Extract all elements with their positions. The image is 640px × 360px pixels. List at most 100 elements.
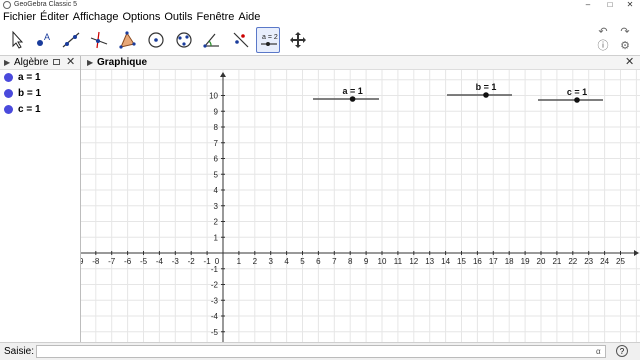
menu-fenetre[interactable]: Fenêtre xyxy=(196,10,234,25)
redo-icon[interactable]: ↷ xyxy=(618,26,632,38)
x-tick-label: 23 xyxy=(584,257,593,266)
cursor-arrow-icon xyxy=(12,30,24,49)
menu-fichier[interactable]: Fichier xyxy=(3,10,36,25)
angle-tool[interactable] xyxy=(200,27,224,53)
y-tick-label: 7 xyxy=(214,139,219,148)
slider-knob[interactable] xyxy=(483,92,489,98)
x-tick-label: 8 xyxy=(348,257,353,266)
algebra-view-title: Algèbre xyxy=(14,57,49,68)
slider-icon: a = 2 xyxy=(261,34,278,46)
slider-label: a = 1 xyxy=(342,86,362,96)
y-tick-label: 2 xyxy=(214,218,219,227)
graphics-svg[interactable]: -9-8-7-6-5-4-3-2-10123456789101112131415… xyxy=(76,70,640,342)
y-tick-label: 3 xyxy=(214,202,219,211)
algebra-item-b[interactable]: b = 1 xyxy=(4,87,80,101)
algebra-item-a[interactable]: a = 1 xyxy=(4,71,80,85)
x-tick-label: 22 xyxy=(568,257,577,266)
reflect-tool[interactable] xyxy=(229,27,253,53)
settings-icon[interactable]: ⚙ xyxy=(618,40,632,52)
x-tick-label: 15 xyxy=(457,257,466,266)
collapse-arrow-icon[interactable]: ▶ xyxy=(4,56,10,69)
visibility-toggle-icon[interactable] xyxy=(4,89,13,98)
x-tick-label: 4 xyxy=(284,257,289,266)
y-tick-label: -5 xyxy=(211,328,219,337)
visibility-toggle-icon[interactable] xyxy=(4,105,13,114)
algebra-item-label: a = 1 xyxy=(18,72,41,83)
close-algebra-view-icon[interactable]: ✕ xyxy=(66,56,75,69)
menu-options[interactable]: Options xyxy=(122,10,160,25)
help-icon[interactable]: ⓘ xyxy=(596,40,610,52)
x-tick-label: 6 xyxy=(316,257,321,266)
minimize-button[interactable]: – xyxy=(578,0,598,10)
x-tick-label: 9 xyxy=(364,257,369,266)
undo-icon[interactable]: ↶ xyxy=(596,26,610,38)
x-tick-label: 3 xyxy=(268,257,273,266)
visibility-toggle-icon[interactable] xyxy=(4,73,13,82)
x-tick-label: -4 xyxy=(156,257,164,266)
menu-editer[interactable]: Éditer xyxy=(40,10,69,25)
slider-knob[interactable] xyxy=(349,96,356,102)
x-tick-label: 2 xyxy=(253,257,258,266)
y-tick-label: 9 xyxy=(214,107,219,116)
undock-icon[interactable] xyxy=(53,59,60,65)
x-tick-label: 5 xyxy=(300,257,305,266)
x-tick-label: -9 xyxy=(81,257,84,266)
y-tick-label: 1 xyxy=(214,233,219,242)
maximize-button[interactable]: □ xyxy=(600,0,620,10)
circle-three-points-tool[interactable] xyxy=(172,27,196,53)
x-tick-label: 12 xyxy=(409,257,418,266)
graphics-canvas[interactable]: -9-8-7-6-5-4-3-2-10123456789101112131415… xyxy=(76,70,640,342)
x-tick-label: 18 xyxy=(505,257,514,266)
y-tick-label: -4 xyxy=(211,312,219,321)
x-tick-label: 20 xyxy=(537,257,546,266)
circle-center-point-icon xyxy=(148,32,164,48)
close-graphics-view-icon[interactable]: ✕ xyxy=(625,56,634,69)
x-tick-label: 11 xyxy=(394,257,403,266)
input-bar: Saisie: α ? xyxy=(0,342,640,360)
toolbar: A a = 2 ↶ ↷ ⓘ ⚙ xyxy=(0,25,640,55)
slider-knob[interactable] xyxy=(574,97,580,103)
svg-text:A: A xyxy=(44,32,50,42)
close-window-button[interactable]: ✕ xyxy=(620,0,640,10)
x-tick-label: 13 xyxy=(425,257,434,266)
menu-affichage[interactable]: Affichage xyxy=(73,10,119,25)
input-field[interactable] xyxy=(36,345,606,358)
x-tick-label: 21 xyxy=(552,257,561,266)
polygon-tool[interactable] xyxy=(115,27,139,53)
circle-tool[interactable] xyxy=(144,27,168,53)
y-tick-label: 5 xyxy=(214,170,219,179)
y-tick-label: -3 xyxy=(211,296,219,305)
move-graphics-view-tool[interactable] xyxy=(286,27,310,53)
line-tool[interactable] xyxy=(59,27,83,53)
x-tick-label: 7 xyxy=(332,257,337,266)
x-tick-label: 14 xyxy=(441,257,450,266)
algebra-item-label: c = 1 xyxy=(18,104,41,115)
window-title: GeoGebra Classic 5 xyxy=(14,1,78,8)
x-tick-label: 1 xyxy=(237,257,242,266)
point-tool[interactable]: A xyxy=(31,27,55,53)
move-tool[interactable] xyxy=(5,27,29,53)
x-tick-label: -7 xyxy=(108,257,116,266)
menu-bar: Fichier Éditer Affichage Options Outils … xyxy=(0,10,640,25)
x-tick-label: 25 xyxy=(616,257,625,266)
x-tick-label: -3 xyxy=(172,257,180,266)
y-tick-label: 10 xyxy=(209,92,218,101)
y-axis-arrow xyxy=(220,72,226,77)
menu-outils[interactable]: Outils xyxy=(164,10,192,25)
y-tick-label: -2 xyxy=(211,281,219,290)
input-help-icon[interactable]: ? xyxy=(616,345,628,357)
perpendicular-line-tool[interactable] xyxy=(87,27,111,53)
x-tick-label: -6 xyxy=(124,257,132,266)
algebra-item-c[interactable]: c = 1 xyxy=(4,103,80,117)
symbol-menu-icon[interactable]: α xyxy=(596,345,601,358)
y-tick-label: 6 xyxy=(214,155,219,164)
slider-label: b = 1 xyxy=(476,82,497,92)
x-tick-label: -8 xyxy=(92,257,100,266)
line-icon xyxy=(62,32,80,48)
collapse-arrow-icon[interactable]: ▶ xyxy=(87,56,93,69)
slider-tool[interactable]: a = 2 xyxy=(256,27,280,53)
perpendicular-line-icon xyxy=(90,31,108,49)
x-tick-label: -5 xyxy=(140,257,148,266)
menu-aide[interactable]: Aide xyxy=(238,10,260,25)
y-tick-label: 8 xyxy=(214,123,219,132)
